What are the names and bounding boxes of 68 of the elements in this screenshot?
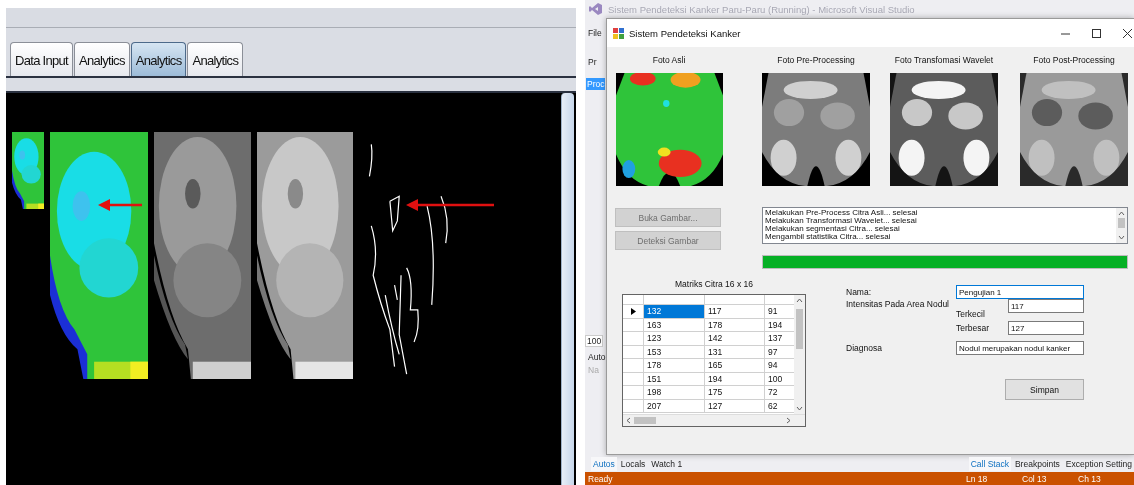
scrollbar[interactable] [561, 93, 574, 485]
table-cell: 142 [705, 332, 765, 345]
table-cell: 123 [644, 332, 705, 345]
table-cell: 117 [705, 305, 765, 318]
menu-item[interactable]: File [588, 28, 602, 38]
tab[interactable]: Watch 1 [649, 456, 685, 471]
photo-label: Foto Transfomasi Wavelet [894, 54, 994, 66]
table-cell: 132 [644, 305, 705, 318]
status-text: Col 13 [1022, 473, 1048, 484]
text-field[interactable]: Pengujian 1 [956, 285, 1084, 299]
table-cell: 175 [705, 386, 765, 399]
tab[interactable]: Exception Setting [1063, 456, 1134, 471]
table-cell: 194 [705, 372, 765, 385]
arrow-icon [406, 198, 494, 212]
scrollbar[interactable] [1116, 208, 1127, 243]
table-cell: 153 [644, 345, 705, 358]
text-field[interactable]: 127 [1008, 321, 1084, 335]
table-cell: 198 [644, 386, 705, 399]
tab[interactable]: Analytics [130, 42, 187, 76]
label: Terbesar [956, 322, 991, 335]
tab[interactable]: Call Stack [968, 456, 1011, 471]
log-line: Melakukan Transformasi Wavelet... selesai [765, 217, 918, 225]
label: Na [588, 365, 599, 375]
table-cell: 178 [644, 359, 705, 372]
arrow-icon [98, 198, 142, 212]
table-cell: 127 [705, 399, 765, 412]
window-title: Sistem Pendeteksi Kanker [629, 27, 742, 39]
table-cell: 163 [644, 318, 705, 331]
table-cell: 131 [705, 345, 765, 358]
app-icon [613, 27, 624, 39]
text-field[interactable]: Nodul merupakan nodul kanker [956, 341, 1084, 355]
table-cell: 165 [705, 359, 765, 372]
table-cell: 207 [644, 399, 705, 412]
tab[interactable]: Breakpoints [1012, 456, 1062, 471]
label: Intensitas Pada Area Nodul [846, 299, 950, 311]
table-cell: 151 [644, 372, 705, 385]
tab[interactable]: Analytics [187, 42, 244, 76]
log-line: Melakukan segmentasi Citra... selesai [765, 225, 901, 233]
log-line: Melakukan Pre-Process Citra Asli... selesai [765, 209, 919, 217]
label: Nama: [846, 286, 873, 299]
scrollbar[interactable] [794, 295, 805, 414]
tab[interactable]: Autos [591, 456, 617, 471]
log-line: Mengambil statistika Citra... selesai [765, 233, 892, 241]
label: Diagnosa [846, 342, 883, 355]
close-icon [1123, 28, 1132, 38]
photo-label: Foto Pre-Processing [777, 54, 855, 66]
status-text: Ch 13 [1078, 473, 1102, 484]
grid-title: Matriks Citra 16 x 16 [675, 279, 753, 289]
label: Pr [588, 57, 597, 67]
tab[interactable]: Analytics [74, 42, 130, 76]
maximize-icon [1092, 28, 1101, 38]
label: Terkecil [956, 308, 986, 321]
text-field[interactable]: 117 [1008, 299, 1084, 313]
label: Auto [588, 352, 606, 362]
zoom-field[interactable]: 100 [585, 335, 604, 347]
logo-icon [589, 3, 602, 15]
table-row[interactable]: 132 117 91 [623, 305, 794, 319]
tab[interactable]: Locals [618, 456, 648, 471]
data-grid[interactable]: 132 117 91 163 178 194 123 142 137 153 131 97 178 165 94 151 194 100 198 175 72 207 127 62 [622, 294, 806, 427]
photo-label: Foto Asli [652, 54, 686, 66]
window-title: Sistem Pendeteksi Kanker Paru-Paru (Running) - Microsoft Visual Studio [608, 3, 915, 15]
status-text: Ln 18 [966, 473, 989, 484]
photo-label: Foto Post-Processing [1033, 54, 1115, 66]
tab[interactable]: Data Input [10, 42, 73, 76]
status-text: Ready [588, 473, 614, 484]
save-button[interactable]: Simpan [1005, 379, 1084, 400]
table-cell: 178 [705, 318, 765, 331]
label: Proc [586, 78, 606, 90]
